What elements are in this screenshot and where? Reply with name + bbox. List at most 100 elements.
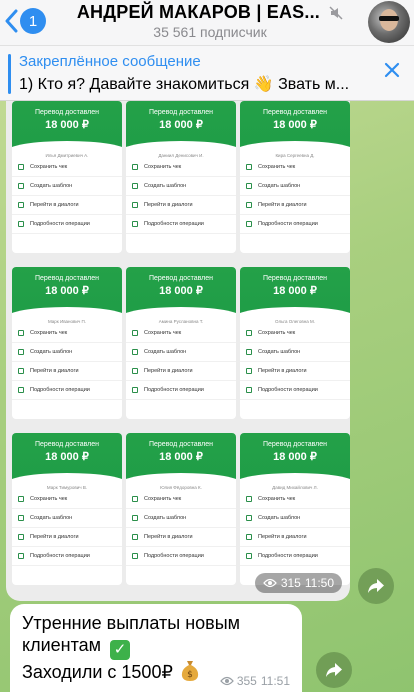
receipt-action-label: Подробности операции bbox=[258, 221, 318, 227]
action-icon bbox=[246, 368, 252, 374]
receipt-header: Перевод доставлен 18 000 ₽ bbox=[12, 433, 122, 493]
receipt-action-label: Подробности операции bbox=[144, 221, 204, 227]
receipt-action: Подробности операции bbox=[240, 215, 350, 234]
action-icon bbox=[132, 349, 138, 355]
receipt-recipient: Илья Дмитриевич А. bbox=[45, 153, 89, 158]
receipt-action-label: Создать шаблон bbox=[30, 515, 73, 521]
receipt-card: Перевод доставлен 18 000 ₽ Марк Иванович П… bbox=[12, 267, 122, 419]
receipt-action: Перейти в диалоги bbox=[240, 362, 350, 381]
receipt-amount: 18 000 ₽ bbox=[273, 451, 317, 463]
receipt-title: Перевод доставлен bbox=[34, 441, 100, 448]
receipt-action-label: Создать шаблон bbox=[144, 349, 187, 355]
receipt-grid: Перевод доставлен 18 000 ₽ Илья Дмитриевич… bbox=[10, 101, 350, 601]
receipt-card: Перевод доставлен 18 000 ₽ Ольга Олеговна … bbox=[240, 267, 350, 419]
receipt-action: Перейти в диалоги bbox=[126, 528, 236, 547]
action-icon bbox=[246, 387, 252, 393]
action-icon bbox=[18, 330, 24, 336]
close-icon[interactable] bbox=[384, 62, 400, 78]
receipt-recipient: Амина Руслановна Т. bbox=[158, 319, 204, 324]
back-button[interactable]: 1 bbox=[4, 8, 46, 34]
share-button[interactable] bbox=[358, 568, 394, 604]
pinned-label: Закреплённое сообщение bbox=[19, 53, 201, 70]
photo-meta: 315 11:50 bbox=[254, 573, 342, 593]
receipt-action-label: Подробности операции bbox=[30, 221, 90, 227]
action-icon bbox=[132, 221, 138, 227]
receipt-action: Перейти в диалоги bbox=[12, 528, 122, 547]
receipt-action: Перейти в диалоги bbox=[240, 196, 350, 215]
action-icon bbox=[132, 368, 138, 374]
receipt-action: Подробности операции bbox=[240, 547, 350, 566]
receipt-action: Подробности операции bbox=[126, 215, 236, 234]
text-meta: 355 11:51 bbox=[219, 674, 290, 688]
receipt-action-label: Создать шаблон bbox=[30, 183, 73, 189]
receipt-header: Перевод доставлен 18 000 ₽ bbox=[12, 267, 122, 327]
receipt-card: Перевод доставлен 18 000 ₽ Амина Руслановн… bbox=[126, 267, 236, 419]
pinned-message-bar[interactable]: Закреплённое сообщение 1) Кто я? Давайте… bbox=[0, 45, 414, 101]
receipt-amount: 18 000 ₽ bbox=[45, 451, 89, 463]
receipt-action: Создать шаблон bbox=[240, 177, 350, 196]
receipt-action-label: Сохранить чек bbox=[144, 496, 182, 502]
action-icon bbox=[246, 221, 252, 227]
action-icon bbox=[246, 496, 252, 502]
text-message[interactable]: Утренние выплаты новым клиентам ✓ Заходи… bbox=[10, 604, 302, 692]
receipt-header: Перевод доставлен 18 000 ₽ bbox=[126, 433, 236, 493]
action-icon bbox=[18, 202, 24, 208]
channel-avatar[interactable] bbox=[368, 1, 410, 43]
receipt-card: Перевод доставлен 18 000 ₽ Илья Дмитриевич… bbox=[12, 101, 122, 253]
receipt-action-label: Подробности операции bbox=[258, 387, 318, 393]
action-icon bbox=[18, 553, 24, 559]
unread-badge: 1 bbox=[20, 8, 46, 34]
channel-info[interactable]: АНДРЕЙ МАКАРОВ | EAS... 35 561 подписчик bbox=[60, 2, 360, 40]
receipt-action: Перейти в диалоги bbox=[12, 196, 122, 215]
mute-icon bbox=[329, 6, 343, 20]
action-icon bbox=[246, 534, 252, 540]
text-views: 355 bbox=[236, 674, 257, 688]
receipt-action-label: Сохранить чек bbox=[30, 496, 68, 502]
chevron-left-icon bbox=[5, 9, 18, 33]
action-icon bbox=[18, 221, 24, 227]
photo-time: 11:50 bbox=[304, 576, 334, 590]
message-line-1: Утренние выплаты новым bbox=[22, 613, 241, 633]
receipt-action-label: Подробности операции bbox=[258, 553, 318, 559]
receipt-action-label: Сохранить чек bbox=[258, 164, 296, 170]
share-button-2[interactable] bbox=[316, 652, 352, 688]
svg-text:$: $ bbox=[187, 670, 193, 680]
money-bag-icon: $ bbox=[181, 661, 199, 681]
receipt-title: Перевод доставлен bbox=[262, 441, 328, 448]
receipt-header: Перевод доставлен 18 000 ₽ bbox=[240, 101, 350, 161]
receipt-action: Подробности операции bbox=[12, 547, 122, 566]
receipt-action: Перейти в диалоги bbox=[12, 362, 122, 381]
action-icon bbox=[246, 183, 252, 189]
message-line-3: Заходили с 1500₽ bbox=[22, 662, 173, 682]
receipt-action-label: Перейти в диалоги bbox=[144, 368, 193, 374]
share-arrow-icon bbox=[368, 579, 384, 593]
receipt-action-label: Создать шаблон bbox=[258, 183, 301, 189]
receipt-title: Перевод доставлен bbox=[148, 109, 214, 116]
share-arrow-icon bbox=[326, 663, 342, 677]
receipt-title: Перевод доставлен bbox=[262, 109, 328, 116]
receipt-amount: 18 000 ₽ bbox=[45, 119, 89, 131]
action-icon bbox=[132, 387, 138, 393]
receipt-action-label: Перейти в диалоги bbox=[30, 368, 79, 374]
action-icon bbox=[246, 515, 252, 521]
receipt-action-label: Сохранить чек bbox=[144, 164, 182, 170]
receipt-title: Перевод доставлен bbox=[34, 109, 100, 116]
receipt-action-label: Создать шаблон bbox=[258, 349, 301, 355]
receipt-action-label: Подробности операции bbox=[30, 387, 90, 393]
action-icon bbox=[246, 349, 252, 355]
action-icon bbox=[246, 202, 252, 208]
receipt-action-label: Сохранить чек bbox=[258, 496, 296, 502]
receipt-action: Подробности операции bbox=[126, 381, 236, 400]
photo-message[interactable]: Перевод доставлен 18 000 ₽ Илья Дмитриевич… bbox=[6, 101, 350, 601]
receipt-header: Перевод доставлен 18 000 ₽ bbox=[126, 101, 236, 161]
action-icon bbox=[132, 202, 138, 208]
receipt-action-label: Перейти в диалоги bbox=[258, 534, 307, 540]
receipt-action-label: Создать шаблон bbox=[144, 515, 187, 521]
receipt-action-label: Перейти в диалоги bbox=[258, 368, 307, 374]
channel-title: АНДРЕЙ МАКАРОВ | EAS... bbox=[76, 2, 320, 22]
receipt-header: Перевод доставлен 18 000 ₽ bbox=[240, 433, 350, 493]
action-icon bbox=[18, 164, 24, 170]
action-icon bbox=[132, 534, 138, 540]
action-icon bbox=[246, 330, 252, 336]
receipt-action: Создать шаблон bbox=[12, 509, 122, 528]
